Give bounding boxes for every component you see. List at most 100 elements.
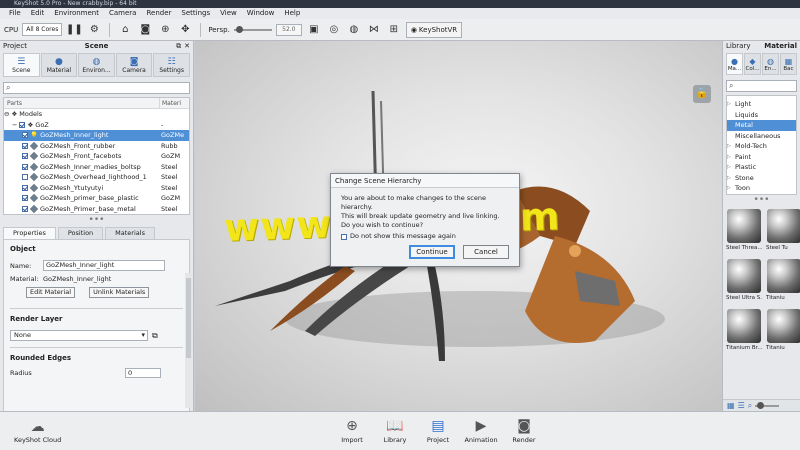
- tab-environments[interactable]: ◍ En...: [762, 53, 779, 75]
- unlink-materials-button[interactable]: Unlink Materials: [89, 287, 150, 298]
- material-thumbnail[interactable]: Titaniu: [766, 257, 800, 305]
- tree-row-part[interactable]: GoZMesh_primer_base_plastic GoZM: [4, 193, 189, 204]
- project-button[interactable]: ▤ Project: [424, 416, 452, 444]
- lock-icon[interactable]: 🔒: [693, 85, 711, 103]
- tree-row-part[interactable]: 💡 GoZMesh_Inner_light GoZMe: [4, 130, 189, 141]
- category-item[interactable]: Mold-Tech: [727, 141, 796, 152]
- tree-row-part[interactable]: GoZMesh_Primer_base_metal Steel: [4, 204, 189, 215]
- category-item[interactable]: Liquids: [727, 110, 796, 121]
- scene-search-input[interactable]: ⌕: [3, 82, 190, 94]
- zoom-icon[interactable]: ⌕: [748, 401, 752, 411]
- dont-show-again-checkbox[interactable]: [341, 233, 347, 240]
- material-thumbnail[interactable]: Titanium Br...: [726, 307, 762, 355]
- layers-icon[interactable]: ⧉: [152, 331, 158, 341]
- category-item[interactable]: Toon: [727, 183, 796, 194]
- tab-materials[interactable]: Materials: [105, 227, 155, 239]
- category-item[interactable]: Paint: [727, 152, 796, 163]
- visibility-checkbox[interactable]: [22, 195, 28, 202]
- tab-properties[interactable]: Properties: [3, 227, 56, 239]
- tab-environment[interactable]: ◍ Environ...: [78, 53, 115, 77]
- menu-edit[interactable]: Edit: [26, 8, 50, 19]
- visibility-checkbox[interactable]: [22, 205, 28, 212]
- render-layer-select[interactable]: None: [10, 330, 148, 341]
- menu-settings[interactable]: Settings: [176, 8, 215, 19]
- lock-view-icon[interactable]: ⊞: [386, 23, 402, 37]
- edit-material-button[interactable]: Edit Material: [26, 287, 76, 298]
- screenshot-icon[interactable]: ◙: [137, 23, 153, 37]
- splitter-handle[interactable]: •••: [723, 196, 800, 205]
- menu-camera[interactable]: Camera: [104, 8, 141, 19]
- visibility-checkbox[interactable]: [22, 184, 28, 191]
- tab-materials-lib[interactable]: ● Ma...: [726, 53, 743, 75]
- visibility-checkbox[interactable]: [22, 142, 28, 149]
- tab-material[interactable]: ● Material: [40, 53, 78, 77]
- library-search-input[interactable]: ⌕: [726, 80, 797, 92]
- visibility-checkbox[interactable]: [22, 132, 28, 139]
- radius-input[interactable]: 0: [125, 368, 161, 378]
- performance-icon[interactable]: ⚙: [86, 23, 102, 37]
- visibility-checkbox[interactable]: [22, 153, 28, 160]
- render-region-icon[interactable]: ▣: [306, 23, 322, 37]
- animation-button[interactable]: ▶ Animation: [464, 416, 497, 444]
- name-input[interactable]: GoZMesh_Inner_light: [43, 260, 165, 271]
- material-thumbnail[interactable]: Steel Tu: [766, 207, 800, 255]
- visibility-checkbox[interactable]: [19, 121, 26, 128]
- splitter-handle[interactable]: •••: [0, 216, 193, 225]
- menu-environment[interactable]: Environment: [49, 8, 104, 19]
- fov-slider[interactable]: [233, 25, 272, 33]
- keyshot-cloud-button[interactable]: ☁ KeyShot Cloud: [14, 418, 61, 444]
- geometry-view-icon[interactable]: ◎: [326, 23, 342, 37]
- collapse-icon[interactable]: ⊖: [4, 110, 9, 118]
- tree-row-models[interactable]: ⊖ ❖ Models: [4, 109, 189, 120]
- visibility-checkbox[interactable]: [22, 174, 28, 181]
- continue-button[interactable]: Continue: [409, 245, 455, 259]
- category-item[interactable]: Miscellaneous: [727, 131, 796, 142]
- category-item-selected[interactable]: Metal: [727, 120, 796, 131]
- library-button[interactable]: 📖 Library: [381, 416, 409, 444]
- material-preview: [727, 209, 761, 243]
- tab-camera[interactable]: ◙ Camera: [115, 53, 153, 77]
- tab-scene[interactable]: ☰ Scene: [3, 53, 40, 77]
- category-item[interactable]: Light: [727, 99, 796, 110]
- collapse-icon[interactable]: −: [12, 121, 17, 129]
- zoom-field[interactable]: 52.0: [275, 23, 302, 36]
- tab-position[interactable]: Position: [57, 227, 104, 239]
- import-button[interactable]: ⊕ Import: [338, 416, 366, 444]
- cores-select[interactable]: All 8 Cores: [22, 23, 63, 36]
- category-item[interactable]: Stone: [727, 173, 796, 184]
- properties-scrollbar[interactable]: [185, 273, 192, 408]
- tree-row-part[interactable]: GoZMesh_Front_facebots GoZM: [4, 151, 189, 162]
- tree-row-part[interactable]: GoZMesh_Front_rubber Rubb: [4, 141, 189, 152]
- visibility-checkbox[interactable]: [22, 163, 28, 170]
- grid-view-icon[interactable]: ▦: [727, 401, 735, 410]
- library-footer: ▦ ☰ ⌕: [723, 399, 800, 411]
- menu-render[interactable]: Render: [141, 8, 176, 19]
- tree-row-goz[interactable]: − ❖ GoZ -: [4, 120, 189, 131]
- list-view-icon[interactable]: ☰: [738, 401, 745, 410]
- thumbnail-size-slider[interactable]: [755, 401, 780, 409]
- move-icon[interactable]: ✥: [177, 23, 193, 37]
- dont-show-again-row: Do not show this message again: [341, 232, 509, 241]
- material-thumbnail[interactable]: Titaniu: [766, 307, 800, 355]
- tree-row-part[interactable]: GoZMesh_Ytutyutyi Steel: [4, 183, 189, 194]
- menu-file[interactable]: File: [4, 8, 26, 19]
- menu-window[interactable]: Window: [242, 8, 280, 19]
- material-thumbnail[interactable]: Steel Ultra S...: [726, 257, 762, 305]
- wireframe-icon[interactable]: ⋈: [366, 23, 382, 37]
- pause-icon[interactable]: ❚❚: [66, 23, 83, 37]
- menu-help[interactable]: Help: [279, 8, 305, 19]
- menu-view[interactable]: View: [215, 8, 242, 19]
- center-icon[interactable]: ⊕: [157, 23, 173, 37]
- tab-settings[interactable]: ☷ Settings: [153, 53, 190, 77]
- cancel-button[interactable]: Cancel: [463, 245, 509, 259]
- tree-row-part[interactable]: GoZMesh_Inner_madies_boltsp Steel: [4, 162, 189, 173]
- home-icon[interactable]: ⌂: [117, 23, 133, 37]
- tab-backplates[interactable]: ▦ Bac: [780, 53, 797, 75]
- tree-row-part[interactable]: GoZMesh_Overhead_lighthood_1 Steel: [4, 172, 189, 183]
- material-thumbnail[interactable]: Steel Threa...: [726, 207, 762, 255]
- tab-colors[interactable]: ◆ Col...: [744, 53, 761, 75]
- render-button[interactable]: ◙ Render: [510, 416, 538, 444]
- hdri-icon[interactable]: ◍: [346, 23, 362, 37]
- keyshotvr-button[interactable]: ◉ KeyShotVR: [405, 21, 463, 38]
- category-item[interactable]: Plastic: [727, 162, 796, 173]
